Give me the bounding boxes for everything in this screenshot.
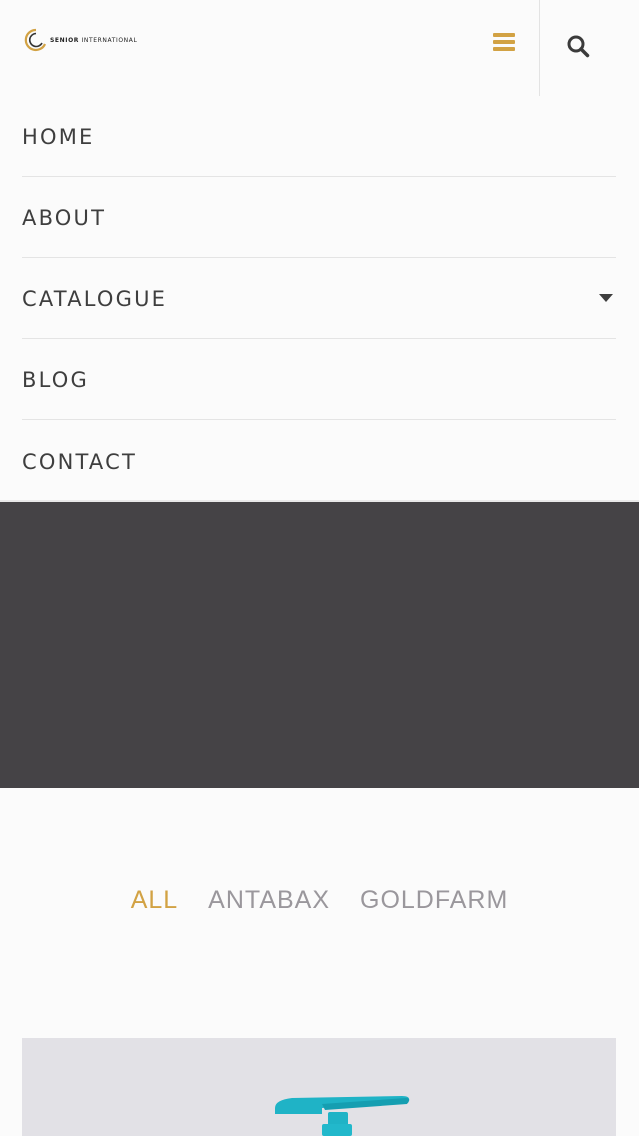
nav-item-about[interactable]: ABOUT: [22, 177, 616, 258]
logo[interactable]: SENIOR INTERNATIONAL: [24, 28, 137, 52]
filter-tab-all[interactable]: ALL: [116, 886, 193, 915]
nav-item-label: CATALOGUE: [22, 287, 168, 311]
nav-item-label: CONTACT: [22, 449, 137, 474]
nav-item-label: BLOG: [22, 368, 89, 392]
filter-tab-antabax[interactable]: ANTABAX: [193, 886, 345, 915]
filter-tabs: ALL ANTABAX GOLDFARM: [0, 880, 639, 920]
logo-text: SENIOR INTERNATIONAL: [50, 36, 138, 44]
filter-tab-goldfarm[interactable]: GOLDFARM: [345, 886, 523, 915]
nav-item-home[interactable]: HOME: [22, 96, 616, 177]
nav-item-label: ABOUT: [22, 206, 107, 230]
main-navigation: HOME ABOUT CATALOGUE BLOG CONTACT: [22, 96, 616, 501]
nav-item-catalogue[interactable]: CATALOGUE: [22, 258, 616, 339]
nav-item-blog[interactable]: BLOG: [22, 339, 616, 420]
nav-item-label: HOME: [22, 125, 95, 149]
hero-banner: [0, 502, 639, 788]
menu-button[interactable]: [486, 26, 522, 58]
logo-mark-icon: [24, 28, 47, 52]
caret-down-icon[interactable]: [598, 293, 614, 303]
pump-bottle-image: [275, 1096, 410, 1136]
search-button[interactable]: [558, 28, 598, 64]
product-card[interactable]: [22, 1038, 616, 1136]
hamburger-icon: [493, 33, 515, 51]
nav-item-contact[interactable]: CONTACT: [22, 420, 616, 501]
site-header: SENIOR INTERNATIONAL: [0, 0, 639, 96]
search-icon: [567, 35, 590, 58]
header-divider: [539, 0, 540, 96]
